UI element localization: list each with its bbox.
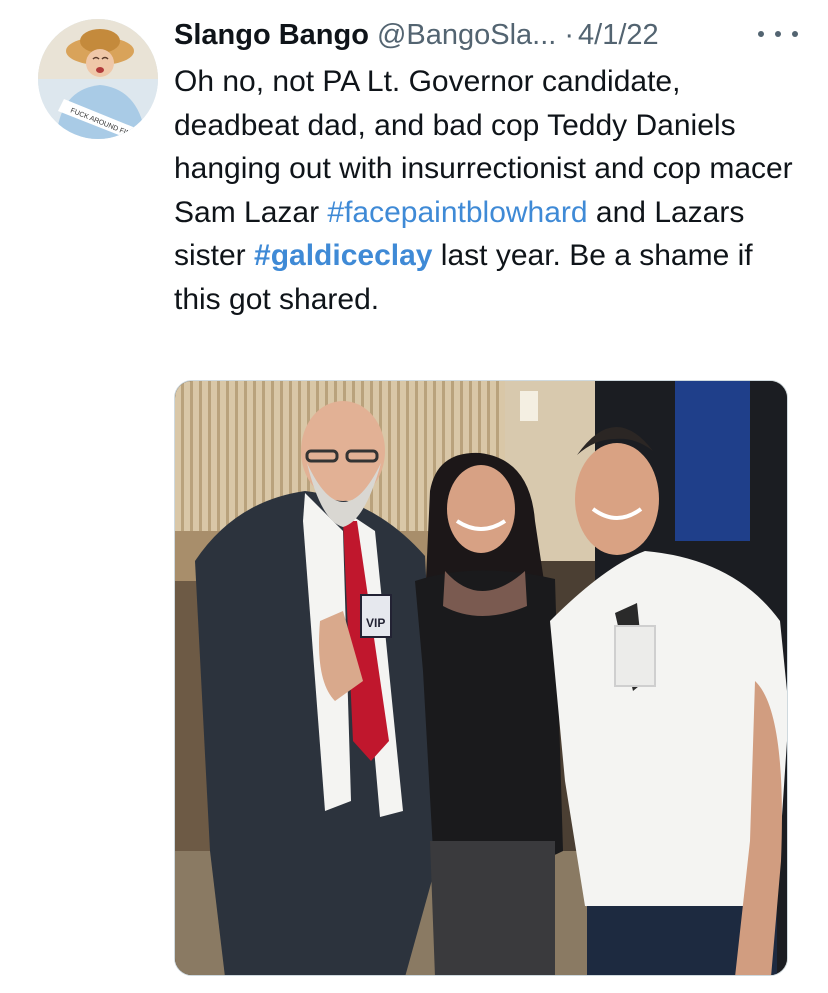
hashtag-link-facepaintblowhard[interactable]: #facepaintblowhard <box>327 196 587 229</box>
more-dots-icon[interactable] <box>758 24 798 44</box>
avatar-photo-icon: FUCK AROUND FIND OUT <box>38 19 158 139</box>
author-avatar[interactable]: FUCK AROUND FIND OUT <box>38 19 158 139</box>
author-display-name[interactable]: Slango Bango <box>174 19 369 52</box>
tweet-header: Slango Bango @BangoSla... · 4/1/22 <box>174 14 798 56</box>
tweet-date[interactable]: 4/1/22 <box>578 19 659 52</box>
tweet-photo[interactable]: VIP <box>174 380 788 976</box>
photo-illustration: VIP <box>175 381 787 975</box>
header-separator: · <box>564 18 575 51</box>
author-handle[interactable]: @BangoSla... <box>377 19 556 52</box>
vip-badge: VIP <box>366 616 385 630</box>
stage-curtain <box>675 381 750 541</box>
hashtag-link-galdiceclay[interactable]: #galdiceclay <box>254 239 432 272</box>
tweet-text: Oh no, not PA Lt. Governor candidate, de… <box>174 60 794 321</box>
